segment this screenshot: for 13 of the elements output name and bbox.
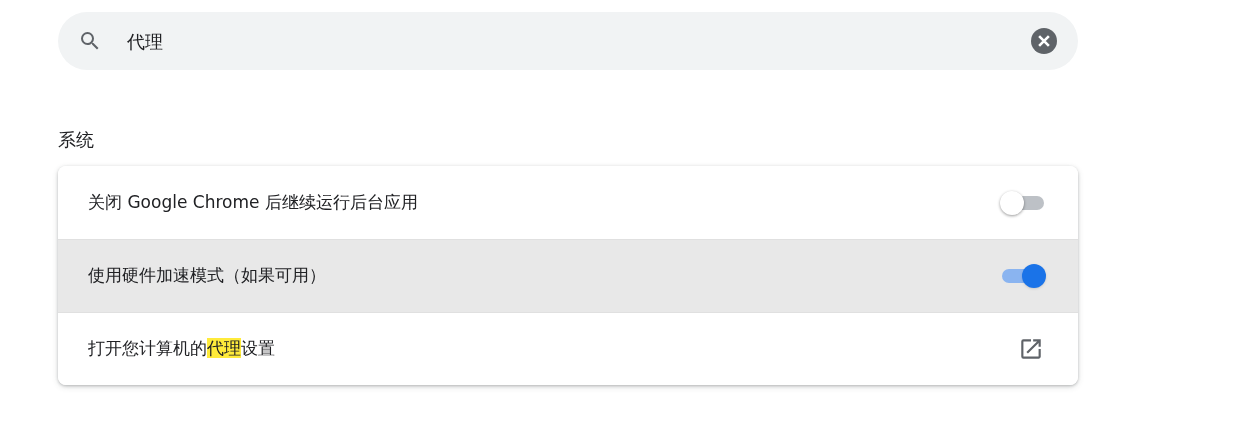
toggle-switch[interactable] [1000,264,1046,288]
settings-row[interactable]: 打开您计算机的代理设置 [58,312,1078,385]
section-title: 系统 [58,128,95,152]
toggle-switch[interactable] [1000,190,1046,215]
setting-label: 关闭 Google Chrome 后继续运行后台应用 [88,190,419,214]
clear-icon[interactable] [1031,28,1057,54]
external-link-icon[interactable] [1018,336,1044,362]
search-field[interactable]: 代理 [58,12,1078,70]
settings-row[interactable]: 使用硬件加速模式（如果可用） [58,239,1078,312]
search-input: 代理 [127,27,1031,55]
settings-row[interactable]: 关闭 Google Chrome 后继续运行后台应用 [58,166,1078,239]
setting-label: 打开您计算机的代理设置 [88,337,276,361]
setting-label: 使用硬件加速模式（如果可用） [88,264,327,288]
